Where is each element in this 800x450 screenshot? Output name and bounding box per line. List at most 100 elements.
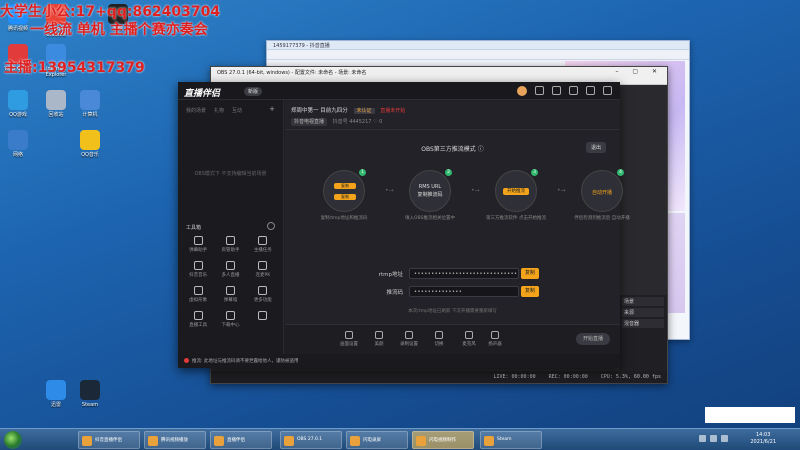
obs-dock-scenes[interactable]: 场景 — [622, 297, 664, 306]
obs-titlebar: OBS 27.0.1 (64-bit, windows) - 配置文件: 未命名… — [211, 67, 667, 77]
toolbox-item[interactable]: 房管助手 — [214, 236, 246, 253]
speaker-label: 扬声器 — [488, 342, 502, 347]
taskbar-item[interactable]: 抖音直播伴侣 — [78, 431, 140, 449]
exit-mode-button[interactable]: 退出 — [585, 142, 606, 153]
toolbox-item[interactable]: 弹幕墙 — [214, 286, 246, 303]
help-icon[interactable]: ⓘ — [478, 146, 484, 153]
obs-title: OBS 27.0.1 (64-bit, windows) - 配置文件: 未命名… — [217, 70, 367, 76]
verify-tag[interactable]: 未认证 — [353, 108, 375, 114]
add-scene-icon[interactable]: + — [269, 106, 275, 114]
toolbox-item[interactable]: 抖音音乐 — [182, 261, 214, 278]
footer-text: 推流: 此地址与推流码请不要泄露给他人，谨防被盗用 — [192, 359, 299, 364]
desktop-icon[interactable]: QQ音乐 — [72, 130, 108, 158]
tool-icon — [193, 236, 203, 245]
key-copy-button[interactable]: 复制 — [521, 286, 539, 297]
picture-settings-button[interactable]: 画面设置 — [337, 331, 361, 347]
toolbox-item[interactable]: 弹幕助手 — [182, 236, 214, 253]
step-4-desc: 伴侣检测到推流后 自动开播 — [574, 216, 630, 221]
taskbar-item[interactable]: 闪电视频制作 — [412, 431, 474, 449]
step-1-circle: 1 复制 复制 — [323, 169, 366, 212]
tool-icon — [258, 311, 268, 320]
header-icons — [517, 86, 612, 96]
avatar[interactable] — [517, 86, 527, 96]
toolbox-item-label: 连麦PK — [255, 273, 271, 278]
settings-icon[interactable] — [552, 86, 561, 95]
record-settings-button[interactable]: 录制设置 — [397, 331, 421, 347]
message-icon[interactable] — [535, 86, 544, 95]
scene-empty-text: OBS模式下 不支持编辑当前场景 — [194, 171, 267, 177]
tab-interaction[interactable]: 互动 — [232, 107, 242, 114]
like-icon: ♡ — [373, 119, 378, 125]
step-1-num: 1 — [359, 169, 366, 176]
microphone-label: 麦克风 — [462, 342, 476, 347]
window-controls[interactable]: – ▢ ✕ — [615, 68, 663, 75]
rtmp-input[interactable]: •••••••••••••••••••••••••••••••••••• — [409, 268, 519, 279]
toolbox-item[interactable] — [247, 311, 279, 328]
toolbox-item[interactable]: 更多功能 — [247, 286, 279, 303]
start-button[interactable] — [4, 431, 22, 449]
rtmp-copy-button[interactable]: 复制 — [521, 268, 539, 279]
tab-gifts[interactable]: 礼物 — [214, 107, 224, 114]
desktop-icon-label: 迅雷 — [50, 402, 61, 408]
desktop-icon[interactable]: Steam — [72, 380, 108, 408]
ime-icon[interactable] — [721, 435, 728, 442]
switch-button[interactable]: 切换 — [427, 331, 451, 347]
mode-title-text: OBS第三方推流模式 — [421, 146, 476, 153]
blank-panel — [705, 407, 795, 423]
close-icon[interactable] — [603, 86, 612, 95]
toolbox-item[interactable]: 虚拟形象 — [182, 286, 214, 303]
left-panel: 我的场景 礼物 互动 + OBS模式下 不支持编辑当前场景 工具箱 弹幕助手 房管… — [178, 100, 284, 354]
clock-time: 14:03 — [755, 432, 771, 438]
beauty-button[interactable]: 美颜 — [367, 331, 391, 347]
live-companion-app[interactable]: 直播伴侣 新版 我的场景 礼物 互动 + OBS模式下 不支持编辑当前场景 工具… — [178, 82, 630, 368]
toolbox-item-label: 虚拟形象 — [189, 298, 208, 303]
rtmp-label: rtmp地址 — [378, 272, 403, 278]
obs-dock-panel[interactable]: 场景 来源 混音器 — [619, 295, 667, 375]
refresh-hint: 本次rtmp地址已刷新 下次开播需要重新填写 — [408, 309, 497, 314]
desktop-icon-label: 腾讯视频 — [7, 26, 28, 32]
taskbar-item[interactable]: 直播伴侣 — [210, 431, 272, 449]
speaker-button[interactable]: 扬声器 — [483, 331, 507, 347]
taskbar-item[interactable]: 腾讯视频播放 — [144, 431, 206, 449]
microphone-button[interactable]: 麦克风 — [457, 331, 481, 347]
app-footer-notice: 推流: 此地址与推流码请不要泄露给他人，谨防被盗用 — [178, 354, 620, 368]
taskbar-clock[interactable]: 14:03 2021/6/21 — [750, 432, 776, 446]
toolbox-item[interactable]: 直播工具 — [182, 311, 214, 328]
bottom-toolbar: 画面设置 美颜 录制设置 切换 麦克风 扬声器 开始直播 — [285, 324, 620, 354]
arrow-icon: •→ — [471, 187, 480, 194]
microphone-icon — [465, 331, 473, 339]
toolbox-item[interactable]: 多人直播 — [214, 261, 246, 278]
volume-icon[interactable] — [710, 435, 717, 442]
rtmp-row: rtmp地址 •••••••••••••••••••••••••••••••••… — [355, 268, 605, 280]
step-1-copy-2[interactable]: 复制 — [334, 194, 356, 200]
version-badge[interactable]: 新版 — [244, 87, 263, 96]
record-settings-label: 录制设置 — [400, 342, 418, 347]
taskbar-item[interactable]: Steam — [480, 431, 542, 449]
obs-dock-mixer[interactable]: 混音器 — [622, 319, 664, 328]
desktop-icon[interactable]: 迅雷 — [38, 380, 74, 408]
desktop-icon[interactable]: QQ游戏 — [0, 90, 36, 118]
toolbox-item[interactable]: 下载中心 — [214, 311, 246, 328]
taskbar-item[interactable]: OBS 27.0.1 — [280, 431, 342, 449]
tab-scenes[interactable]: 我的场景 — [186, 107, 206, 114]
taskbar-item[interactable]: 闪电录屏 — [346, 431, 408, 449]
toolbox-more-icon[interactable] — [267, 222, 275, 230]
obs-dock-sources[interactable]: 来源 — [622, 308, 664, 317]
minimize-icon[interactable] — [569, 86, 578, 95]
step-3-start-push[interactable]: 开始推流 — [503, 188, 529, 195]
desktop-icon-label: QQ音乐 — [81, 152, 99, 158]
maximize-icon[interactable] — [586, 86, 595, 95]
step-1-copy-1[interactable]: 复制 — [334, 183, 356, 189]
toolbox-item[interactable]: 连麦PK — [247, 261, 279, 278]
desktop-icon[interactable]: 计算机 — [72, 90, 108, 118]
alert-icon — [184, 358, 189, 363]
browser-tabs[interactable] — [267, 50, 689, 60]
key-input[interactable]: •••••••••••••• — [409, 286, 519, 297]
room-pill[interactable]: 抖音电视直播 — [291, 118, 328, 126]
start-live-button[interactable]: 开始直播 — [576, 333, 610, 345]
network-icon[interactable] — [699, 435, 706, 442]
desktop-icon[interactable]: 网络 — [0, 130, 36, 158]
system-tray — [699, 435, 728, 442]
toolbox-item[interactable]: 主播任务 — [247, 236, 279, 253]
desktop-icon[interactable]: 回收站 — [38, 90, 74, 118]
